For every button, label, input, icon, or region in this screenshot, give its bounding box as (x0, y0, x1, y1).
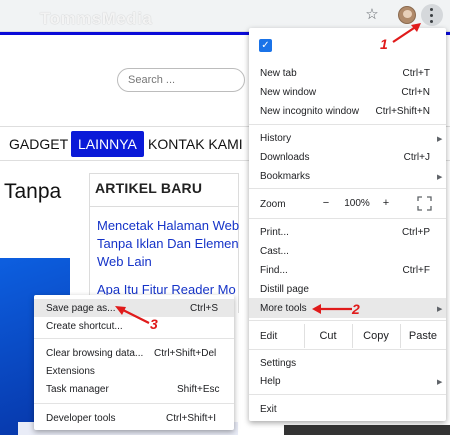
submenu-arrow-icon: ▶ (437, 306, 443, 313)
step-1-label: 1 (380, 36, 388, 52)
submenu-separator (34, 338, 234, 339)
artikel-link[interactable]: Mencetak Halaman Web (97, 218, 239, 233)
step-2-arrow-icon (312, 304, 352, 314)
extension-check-icon[interactable]: ✓ (259, 39, 272, 52)
submenu-task-manager[interactable]: Task manager (46, 384, 109, 395)
submenu-developer-tools[interactable]: Developer tools (46, 413, 115, 424)
menu-help[interactable]: Help (260, 376, 281, 387)
menu-edit: Edit (260, 331, 278, 342)
step-3-arrow-icon (115, 306, 150, 324)
shortcut-find: Ctrl+F (402, 265, 431, 276)
edit-copy-button[interactable]: Copy (352, 330, 400, 342)
menu-separator (249, 124, 446, 125)
site-search-input[interactable]: Search ... (117, 68, 245, 92)
edit-cut-button[interactable]: Cut (304, 330, 352, 342)
submenu-arrow-icon: ▶ (437, 174, 443, 181)
submenu-clear-browsing[interactable]: Clear browsing data... (46, 348, 143, 359)
watermark: TommsMedia (40, 9, 153, 28)
submenu-save-page[interactable]: Save page as... (46, 303, 116, 314)
menu-dot-icon (430, 8, 433, 11)
menu-zoom: Zoom (260, 199, 286, 210)
submenu-separator (34, 403, 234, 404)
nav-gadget[interactable]: GADGET (9, 131, 68, 157)
step-1-arrow-icon (392, 23, 421, 43)
shortcut-task-manager: Shift+Esc (177, 384, 220, 395)
menu-more-tools[interactable]: More tools (260, 303, 307, 314)
shortcut-new-incognito: Ctrl+Shift+N (375, 106, 430, 117)
submenu-arrow-icon: ▶ (437, 136, 443, 143)
menu-separator (249, 320, 446, 321)
shortcut-save-page: Ctrl+S (190, 303, 219, 314)
shortcut-new-tab: Ctrl+T (402, 68, 431, 79)
shortcut-developer-tools: Ctrl+Shift+I (166, 413, 217, 424)
menu-new-incognito[interactable]: New incognito window (260, 106, 359, 117)
menu-new-window[interactable]: New window (260, 87, 316, 98)
menu-history[interactable]: History (260, 133, 291, 144)
menu-dot-icon (430, 20, 433, 23)
artikel-divider (89, 206, 239, 207)
menu-separator (249, 349, 446, 350)
menu-settings[interactable]: Settings (260, 358, 296, 369)
artikel-link[interactable]: Tanpa Iklan Dan Elemen (97, 236, 239, 251)
menu-downloads[interactable]: Downloads (260, 152, 309, 163)
menu-print[interactable]: Print... (260, 227, 289, 238)
zoom-in-button[interactable]: + (378, 197, 394, 209)
menu-find[interactable]: Find... (260, 265, 288, 276)
edit-paste-button[interactable]: Paste (400, 330, 446, 342)
page-footer-block (284, 425, 450, 435)
menu-cast[interactable]: Cast... (260, 246, 289, 257)
shortcut-print: Ctrl+P (401, 227, 430, 238)
menu-distill-page[interactable]: Distill page (260, 284, 309, 295)
artikel-heading: ARTIKEL BARU (95, 180, 203, 196)
nav-kontak-kami[interactable]: KONTAK KAMI (148, 131, 243, 157)
fullscreen-icon[interactable] (417, 196, 432, 211)
menu-new-tab[interactable]: New tab (260, 68, 297, 79)
menu-bookmarks[interactable]: Bookmarks (260, 171, 310, 182)
shortcut-downloads: Ctrl+J (403, 152, 430, 163)
bookmark-star-icon[interactable]: ☆ (363, 6, 381, 24)
zoom-out-button[interactable]: − (318, 197, 334, 209)
post-title: Tanpa (4, 180, 62, 203)
zoom-level: 100% (344, 198, 370, 209)
artikel-link[interactable]: Web Lain (97, 254, 152, 269)
menu-separator (249, 218, 446, 219)
menu-exit[interactable]: Exit (260, 404, 277, 415)
submenu-extensions[interactable]: Extensions (46, 366, 95, 377)
shortcut-clear-browsing: Ctrl+Shift+Del (154, 348, 217, 359)
submenu-arrow-icon: ▶ (437, 379, 443, 386)
nav-lainnya[interactable]: LAINNYA (71, 131, 144, 157)
menu-separator (249, 394, 446, 395)
menu-separator (249, 188, 446, 189)
menu-dot-icon (430, 14, 433, 17)
shortcut-new-window: Ctrl+N (401, 87, 430, 98)
